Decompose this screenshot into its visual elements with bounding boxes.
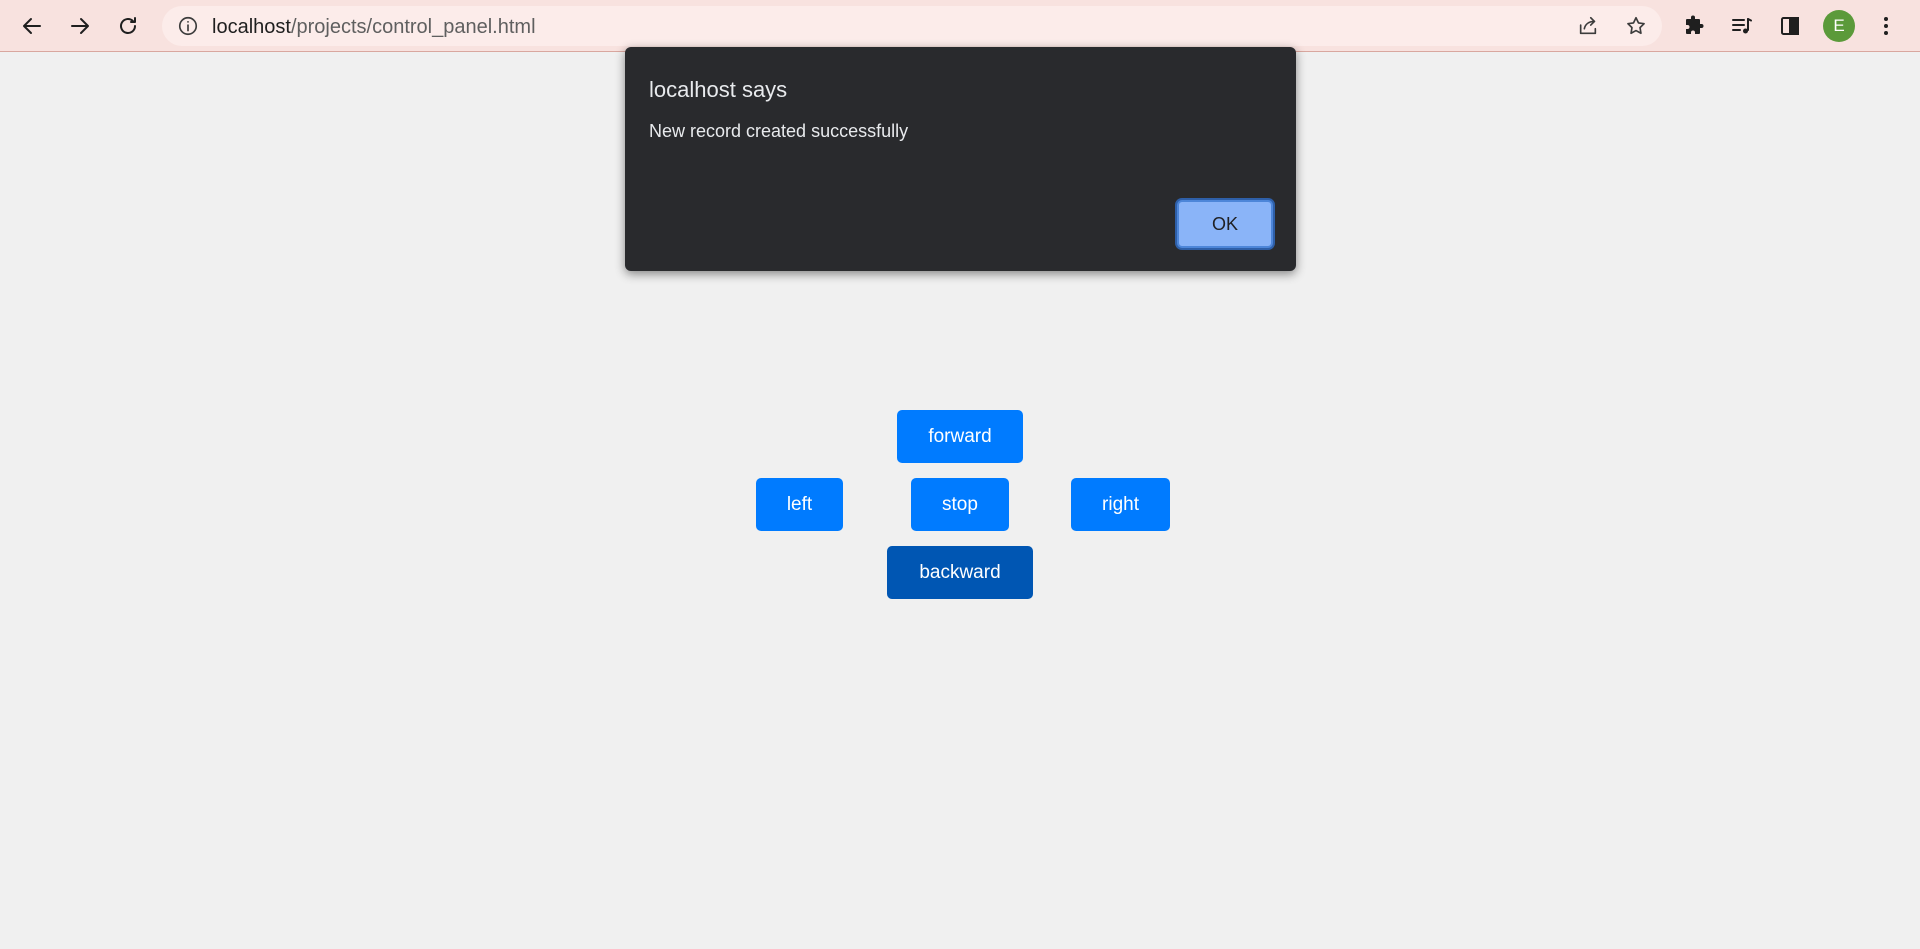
dialog-title: localhost says [649,77,788,102]
left-button[interactable]: left [756,478,843,531]
profile-avatar[interactable]: E [1823,10,1855,42]
url-host: localhost [212,16,291,38]
forward-nav-button[interactable] [62,8,98,44]
reload-icon [120,17,136,34]
star-icon [1627,16,1645,35]
forward-button[interactable]: forward [897,410,1023,463]
url-text: localhost/projects/control_panel.html [212,16,536,39]
site-info-button[interactable] [176,14,200,38]
dialog-message: New record created successfully [649,121,909,141]
back-button[interactable] [14,8,50,44]
share-icon [1579,16,1597,35]
arrow-right-icon [71,18,89,34]
kebab-menu-icon [1884,17,1888,35]
media-queue-icon [1732,18,1752,34]
side-panel-icon [1781,17,1799,35]
arrow-left-icon [23,18,41,34]
bookmark-button[interactable] [1624,14,1648,38]
browser-menu-button[interactable] [1868,8,1904,44]
right-button[interactable]: right [1071,478,1170,531]
alert-dialog: localhost says New record created succes… [625,47,1296,271]
url-path: /projects/control_panel.html [290,16,536,38]
browser-toolbar: localhost/projects/control_panel.html E [0,0,1920,52]
side-panel-button[interactable] [1772,8,1808,44]
puzzle-icon [1686,15,1704,34]
info-icon [178,16,198,36]
share-button[interactable] [1576,14,1600,38]
reload-button[interactable] [110,8,146,44]
media-controls-button[interactable] [1724,8,1760,44]
ok-button[interactable]: OK [1177,200,1273,248]
extensions-button[interactable] [1676,8,1712,44]
backward-button[interactable]: backward [887,546,1033,599]
address-bar[interactable]: localhost/projects/control_panel.html [162,6,1662,46]
stop-button[interactable]: stop [911,478,1009,531]
